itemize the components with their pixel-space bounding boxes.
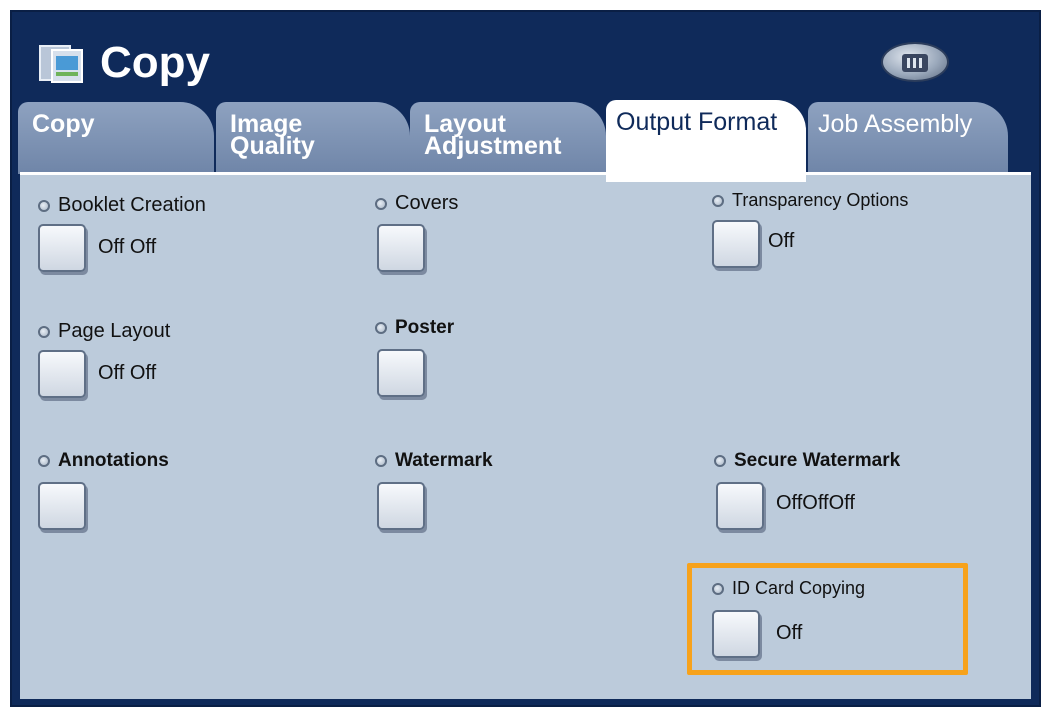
radio-indicator xyxy=(375,197,387,210)
tab-label: Job Assembly xyxy=(818,110,973,138)
covers-button[interactable] xyxy=(377,224,425,272)
option-label: Watermark xyxy=(395,450,493,471)
radio-indicator xyxy=(375,455,387,467)
tab-label: Output Format xyxy=(616,108,778,136)
poster-button[interactable] xyxy=(377,349,425,397)
secure-watermark-button[interactable] xyxy=(716,482,764,530)
transparency-options-button[interactable] xyxy=(712,220,760,268)
option-value: Off xyxy=(768,230,795,252)
option-value: Off Off xyxy=(98,362,157,384)
option-label: Secure Watermark xyxy=(734,450,901,471)
tab-label-line2: Quality xyxy=(230,132,315,160)
title-bar: Copy xyxy=(12,12,1039,100)
booklet-creation-button[interactable] xyxy=(38,224,86,272)
page-layout-button[interactable] xyxy=(38,350,86,398)
option-label: Covers xyxy=(395,192,459,214)
option-value: OffOffOff xyxy=(776,492,855,514)
tab-image-quality[interactable]: Image Quality xyxy=(216,102,410,174)
menu-bars xyxy=(902,54,928,72)
app-title: Copy xyxy=(100,38,210,87)
option-label: ID Card Copying xyxy=(732,578,866,598)
option-value: Off Off xyxy=(98,236,157,258)
tab-output-format[interactable]: Output Format xyxy=(606,100,806,182)
tab-job-assembly[interactable]: Job Assembly xyxy=(808,102,1008,174)
radio-indicator xyxy=(38,325,50,338)
option-label: Poster xyxy=(395,317,455,338)
radio-indicator xyxy=(375,322,387,334)
radio-indicator xyxy=(712,194,724,207)
tab-label: Copy xyxy=(32,110,95,138)
radio-indicator xyxy=(38,455,50,467)
option-label: Annotations xyxy=(58,450,169,471)
option-label: Page Layout xyxy=(58,320,171,342)
option-value: Off xyxy=(776,622,803,644)
tab-copy[interactable]: Copy xyxy=(18,102,214,174)
copy-app-icon xyxy=(39,45,83,83)
annotations-button[interactable] xyxy=(38,482,86,530)
radio-indicator xyxy=(38,199,50,212)
watermark-button[interactable] xyxy=(377,482,425,530)
menu-icon[interactable] xyxy=(881,42,949,82)
id-card-copying-button[interactable] xyxy=(712,610,760,658)
radio-indicator xyxy=(714,455,726,467)
option-label: Transparency Options xyxy=(732,190,909,210)
tab-layout-adjustment[interactable]: Layout Adjustment xyxy=(410,102,606,174)
tab-label-line2: Adjustment xyxy=(424,132,562,160)
radio-indicator xyxy=(712,582,724,595)
option-label: Booklet Creation xyxy=(58,194,206,216)
